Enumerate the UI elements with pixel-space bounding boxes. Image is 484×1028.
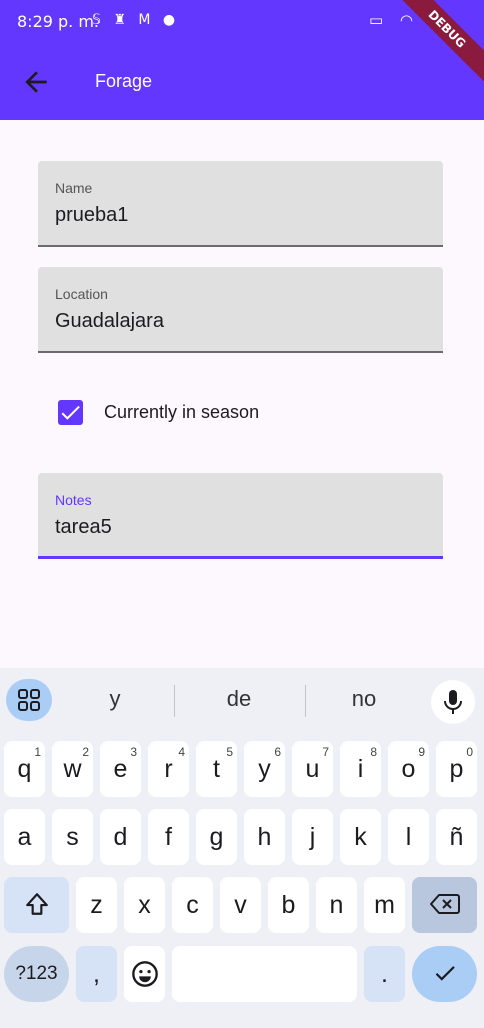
key-j[interactable]: j (292, 809, 333, 865)
key-t[interactable]: t5 (196, 741, 237, 797)
suggestion-divider (174, 685, 175, 717)
key-hint: 7 (322, 745, 329, 759)
key-label: q (17, 755, 32, 783)
key-label: p (449, 755, 464, 783)
location-field-label: Location (55, 286, 108, 302)
backspace-key[interactable] (412, 877, 477, 933)
check-icon (435, 966, 455, 981)
key-hint: 3 (130, 745, 137, 759)
key-label: w (63, 755, 82, 783)
apps-grid-icon[interactable] (6, 679, 52, 721)
comma-key[interactable]: , (76, 946, 117, 1002)
name-field[interactable]: Name prueba1 (38, 161, 443, 247)
arrow-back-icon[interactable] (20, 66, 52, 98)
key-r[interactable]: r4 (148, 741, 189, 797)
key-d[interactable]: d (100, 809, 141, 865)
key-s[interactable]: s (52, 809, 93, 865)
in-season-label: Currently in season (104, 402, 260, 422)
key-o[interactable]: o9 (388, 741, 429, 797)
suggestion-2[interactable]: de (199, 686, 279, 712)
period-key[interactable]: . (364, 946, 405, 1002)
suggestion-1[interactable]: y (75, 686, 155, 712)
key-f[interactable]: f (148, 809, 189, 865)
key-hint: 8 (370, 745, 377, 759)
key-v[interactable]: v (220, 877, 261, 933)
location-field[interactable]: Location Guadalajara (38, 267, 443, 353)
notes-field[interactable]: Notes tarea5 (38, 473, 443, 559)
notes-field-label: Notes (55, 492, 92, 508)
notes-field-value[interactable]: tarea5 (55, 516, 112, 539)
key-label: i (357, 755, 364, 783)
key-a[interactable]: a (4, 809, 45, 865)
key-g[interactable]: g (196, 809, 237, 865)
space-key[interactable] (172, 946, 357, 1002)
key-c[interactable]: c (172, 877, 213, 933)
key-label: t (213, 755, 220, 783)
key-hint: 5 (226, 745, 233, 759)
soft-keyboard: y de no q1 w2 e3 r4 t5 y6 u7 i8 o9 p0 a … (0, 668, 484, 1028)
key-label: o (401, 755, 416, 783)
name-field-label: Name (55, 180, 93, 196)
key-label: y (258, 755, 271, 783)
suggestion-divider (305, 685, 306, 717)
shift-icon (25, 893, 48, 915)
key-n-tilde[interactable]: ñ (436, 809, 477, 865)
backspace-icon (429, 894, 460, 914)
symbols-key[interactable]: ?123 (4, 946, 69, 1002)
key-q[interactable]: q1 (4, 741, 45, 797)
key-k[interactable]: k (340, 809, 381, 865)
key-hint: 2 (82, 745, 89, 759)
key-m[interactable]: m (364, 877, 405, 933)
key-label: u (305, 755, 320, 783)
mic-icon[interactable] (431, 680, 475, 724)
page-title: Forage (95, 71, 153, 91)
key-z[interactable]: z (76, 877, 117, 933)
key-w[interactable]: w2 (52, 741, 93, 797)
location-field-value[interactable]: Guadalajara (55, 310, 164, 333)
shift-key[interactable] (4, 877, 69, 933)
check-icon (61, 405, 80, 420)
key-l[interactable]: l (388, 809, 429, 865)
key-h[interactable]: h (244, 809, 285, 865)
name-field-value[interactable]: prueba1 (55, 204, 128, 227)
in-season-row[interactable]: Currently in season (58, 400, 358, 426)
enter-key[interactable] (412, 946, 477, 1002)
suggestion-strip: y de no (0, 668, 484, 732)
key-e[interactable]: e3 (100, 741, 141, 797)
key-u[interactable]: u7 (292, 741, 333, 797)
key-hint: 0 (466, 745, 473, 759)
key-i[interactable]: i8 (340, 741, 381, 797)
key-x[interactable]: x (124, 877, 165, 933)
in-season-checkbox[interactable] (58, 400, 83, 425)
key-hint: 4 (178, 745, 185, 759)
key-n[interactable]: n (316, 877, 357, 933)
key-label: r (164, 755, 173, 783)
key-p[interactable]: p0 (436, 741, 477, 797)
key-b[interactable]: b (268, 877, 309, 933)
emoji-key[interactable] (124, 946, 165, 1002)
key-hint: 1 (34, 745, 41, 759)
key-hint: 9 (418, 745, 425, 759)
emoji-icon (131, 961, 158, 987)
key-y[interactable]: y6 (244, 741, 285, 797)
suggestion-3[interactable]: no (324, 686, 404, 712)
status-notification-icons: 𝕊 ♜ M ● (92, 12, 180, 28)
key-hint: 6 (274, 745, 281, 759)
key-label: e (113, 755, 128, 783)
status-time: 8:29 p. m. (17, 12, 100, 31)
